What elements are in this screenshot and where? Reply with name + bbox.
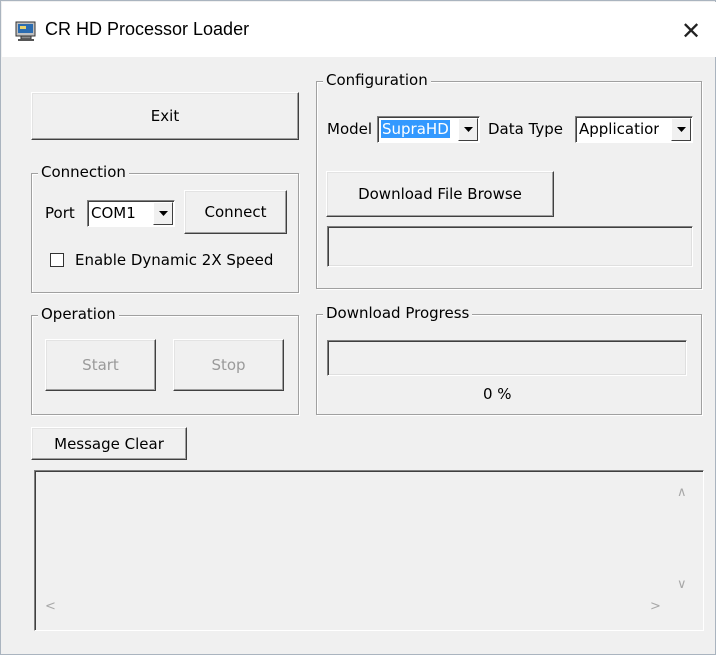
model-select-value: SupraHD bbox=[381, 120, 450, 138]
chevron-down-icon[interactable] bbox=[671, 118, 691, 141]
operation-legend: Operation bbox=[38, 305, 119, 323]
download-progress-legend: Download Progress bbox=[323, 304, 473, 322]
app-window: CR HD Processor Loader ✕ Exit Connection… bbox=[0, 0, 716, 655]
data-type-label: Data Type bbox=[488, 120, 564, 138]
connect-button[interactable]: Connect bbox=[184, 190, 287, 234]
scroll-left-icon[interactable]: < bbox=[45, 599, 56, 614]
connection-legend: Connection bbox=[38, 163, 129, 181]
model-label: Model bbox=[327, 120, 373, 138]
download-progress-percent: 0 % bbox=[483, 385, 512, 403]
data-type-select-value: Applicatior bbox=[579, 120, 660, 138]
file-path-field[interactable] bbox=[327, 226, 693, 267]
exit-button[interactable]: Exit bbox=[31, 92, 299, 140]
port-label: Port bbox=[45, 204, 75, 222]
message-log-content bbox=[35, 471, 683, 610]
scroll-right-icon[interactable]: > bbox=[650, 599, 661, 614]
window-title: CR HD Processor Loader bbox=[45, 19, 250, 39]
download-progress-bar bbox=[327, 340, 687, 376]
data-type-select[interactable]: Applicatior bbox=[575, 116, 693, 143]
dynamic-speed-label: Enable Dynamic 2X Speed bbox=[75, 251, 274, 269]
app-icon bbox=[15, 20, 37, 42]
configuration-legend: Configuration bbox=[323, 71, 431, 89]
stop-button[interactable]: Stop bbox=[173, 339, 284, 391]
chevron-down-icon[interactable] bbox=[153, 202, 173, 225]
download-file-browse-button[interactable]: Download File Browse bbox=[326, 171, 554, 217]
port-select[interactable]: COM1 bbox=[87, 200, 175, 227]
port-select-value: COM1 bbox=[91, 204, 136, 222]
start-button[interactable]: Start bbox=[45, 339, 156, 391]
chevron-down-icon[interactable] bbox=[458, 118, 478, 141]
scroll-down-icon[interactable]: ∨ bbox=[677, 577, 687, 592]
scroll-up-icon[interactable]: ∧ bbox=[677, 485, 687, 500]
close-icon[interactable]: ✕ bbox=[671, 9, 711, 53]
message-log[interactable]: ∧ ∨ < > bbox=[34, 470, 704, 631]
model-select[interactable]: SupraHD bbox=[377, 116, 480, 143]
message-clear-button[interactable]: Message Clear bbox=[31, 427, 187, 460]
dynamic-speed-checkbox[interactable] bbox=[50, 253, 64, 267]
